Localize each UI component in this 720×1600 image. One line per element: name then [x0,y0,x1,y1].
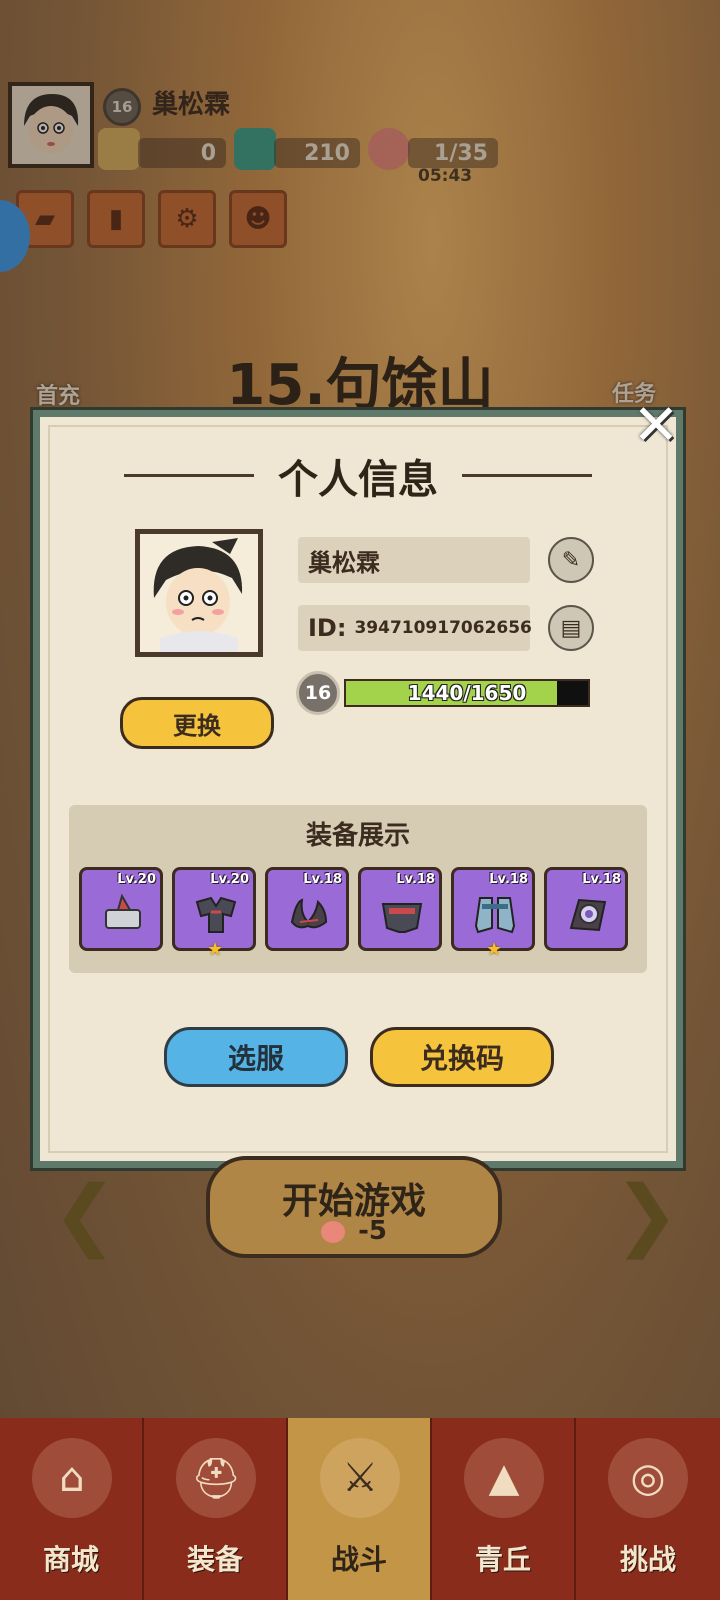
mountain-icon: ▲ [464,1438,544,1518]
edit-name-icon[interactable]: ✎ [548,537,594,583]
tab-battle[interactable]: ⚔ 战斗 [288,1418,432,1600]
equip-level: Lv.20 [117,872,156,887]
tab-label: 战斗 [330,1543,387,1576]
profile-dialog: 个人信息 更换 巢松霖 ✎ ID: 394710917062656 ▤ 16 1… [33,410,683,1168]
tab-label: 挑战 [619,1543,676,1576]
equip-slot-orb[interactable]: Lv.18 [544,867,628,951]
equip-slot-horns[interactable]: Lv.18 [265,867,349,951]
id-field: ID: 394710917062656 [298,605,532,651]
star-icon: ★ [486,939,503,960]
prev-stage-arrow-icon[interactable]: ❮ [52,1170,117,1260]
horns-icon [290,898,328,929]
tab-label: 装备 [186,1543,243,1576]
challenge-icon: ◎ [608,1438,688,1518]
equip-level: Lv.18 [489,872,528,887]
shop-icon: ⌂ [32,1438,112,1518]
helmet-icon: ⛑ [176,1438,256,1518]
next-stage-arrow-icon[interactable]: ❯ [614,1170,679,1260]
equip-slot-armor[interactable]: Lv.20 ★ [172,867,256,960]
tab-label: 青丘 [474,1543,531,1576]
armor-icon [195,896,237,933]
hammer-icon [105,893,141,929]
tab-label: 商城 [42,1543,99,1576]
select-server-button[interactable]: 选服 [164,1027,348,1087]
tab-qingqiu[interactable]: ▲ 青丘 [432,1418,576,1600]
equip-level: Lv.18 [303,872,342,887]
tab-shop[interactable]: ⌂ 商城 [0,1418,144,1600]
equip-level: Lv.18 [396,872,435,887]
portrait-icon [153,538,243,652]
copy-id-icon[interactable]: ▤ [548,605,594,651]
equip-slot-belt[interactable]: Lv.18 [358,867,442,951]
boots-icon [474,897,516,934]
tab-challenge[interactable]: ◎ 挑战 [576,1418,720,1600]
crossed-swords-icon: ⚔ [320,1438,400,1518]
xp-bar: 1440/1650 [344,679,590,707]
xp-text: 1440/1650 [407,681,527,705]
id-value: 394710917062656 [354,618,532,638]
close-icon[interactable]: ✕ [630,398,682,454]
bottom-tab-bar: ⌂ 商城 ⛑ 装备 ⚔ 战斗 ▲ 青丘 ◎ 挑战 [0,1418,720,1600]
profile-level-badge: 16 [296,671,340,715]
star-icon: ★ [207,939,224,960]
equip-level: Lv.18 [582,872,621,887]
start-game-button[interactable]: 开始游戏 -5 [206,1156,502,1258]
equip-slot-hammer[interactable]: Lv.20 [79,867,163,951]
change-avatar-button[interactable]: 更换 [120,697,274,749]
profile-portrait [135,529,263,657]
start-cost: -5 [210,1216,498,1246]
peach-icon [321,1220,346,1243]
equipment-panel: 装备展示 Lv.20 Lv.20 ★ Lv.18 Lv.18 Lv.18 ★ L… [69,805,647,973]
equip-level: Lv.20 [210,872,249,887]
redeem-code-button[interactable]: 兑换码 [370,1027,554,1087]
belt-icon [381,903,423,933]
dialog-title: 个人信息 [278,457,438,503]
equipment-title: 装备展示 [305,821,410,851]
id-label: ID: [308,614,347,642]
name-field: 巢松霖 [298,537,530,583]
stamina-cost: -5 [358,1216,387,1246]
tab-equipment[interactable]: ⛑ 装备 [144,1418,288,1600]
equip-slot-boots[interactable]: Lv.18 ★ [451,867,535,960]
orb-icon [569,898,607,932]
